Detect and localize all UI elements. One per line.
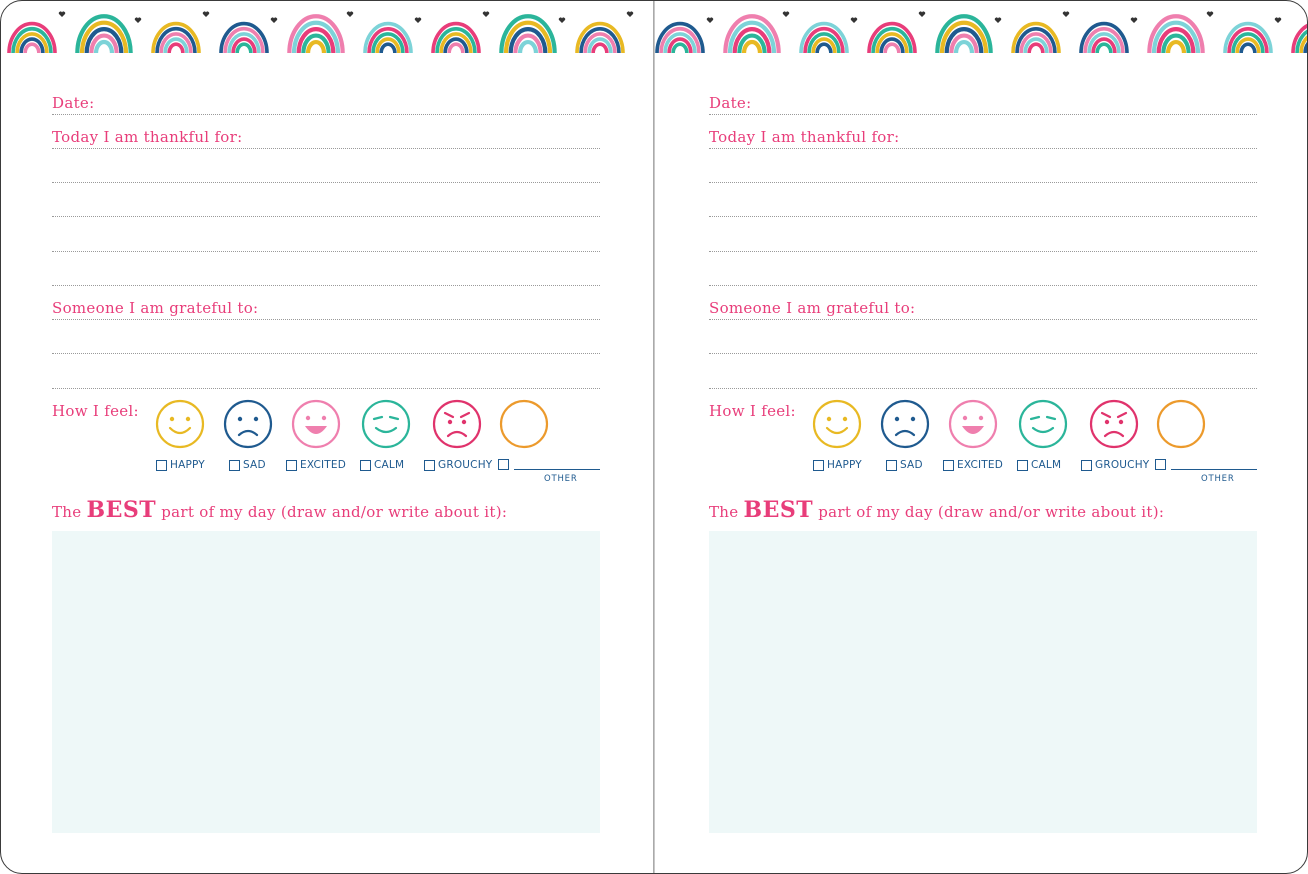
rainbow-icon xyxy=(1291,23,1307,54)
mood-grouchy-checkbox[interactable]: GROUCHY xyxy=(424,459,492,471)
thankful-line[interactable] xyxy=(52,251,600,252)
best-suffix: part of my day (draw and/or write about … xyxy=(161,503,508,521)
other-mood-field[interactable] xyxy=(1171,469,1257,470)
drawing-area[interactable] xyxy=(52,531,600,833)
mood-calm-checkbox[interactable]: CALM xyxy=(360,459,404,471)
mood-happy-checkbox[interactable]: HAPPY xyxy=(813,459,862,471)
checkbox-box xyxy=(943,459,954,471)
mood-other-checkbox[interactable] xyxy=(498,459,512,470)
checkbox-box xyxy=(1017,459,1028,471)
left-page: Date: Today I am thankful for: Someone I… xyxy=(52,1,600,873)
mood-excited-checkbox[interactable]: EXCITED xyxy=(286,459,346,471)
mood-label: CALM xyxy=(374,459,405,471)
mood-label: EXCITED xyxy=(957,459,1004,471)
thankful-line[interactable] xyxy=(709,216,1257,217)
thankful-line[interactable] xyxy=(52,182,600,183)
mood-label: EXCITED xyxy=(300,459,347,471)
mood-label: HAPPY xyxy=(170,459,205,471)
thankful-line[interactable] xyxy=(709,285,1257,286)
thankful-line[interactable] xyxy=(709,148,1257,149)
checkbox-box xyxy=(229,459,240,471)
thankful-line[interactable] xyxy=(52,148,600,149)
mood-sad-checkbox[interactable]: SAD xyxy=(886,459,923,471)
date-field[interactable] xyxy=(52,114,600,115)
grateful-label: Someone I am grateful to: xyxy=(709,299,916,317)
mood-grouchy-checkbox[interactable]: GROUCHY xyxy=(1081,459,1149,471)
date-label: Date: xyxy=(52,94,95,112)
checkbox-box xyxy=(286,459,297,471)
mood-label: GROUCHY xyxy=(1095,459,1150,471)
checkbox-box xyxy=(1155,459,1166,470)
thankful-line[interactable] xyxy=(709,182,1257,183)
right-page: Date: Today I am thankful for: Someone I… xyxy=(709,1,1257,873)
feel-label: How I feel: xyxy=(52,402,139,420)
heart-icon xyxy=(626,11,634,17)
mood-label: GROUCHY xyxy=(438,459,493,471)
best-emphasis: BEST xyxy=(743,497,814,523)
excited-face-icon xyxy=(291,399,341,449)
grouchy-face-icon xyxy=(1089,399,1139,449)
checkbox-box xyxy=(156,459,167,471)
best-part-heading: The BEST part of my day (draw and/or wri… xyxy=(52,499,508,521)
mood-other-checkbox[interactable] xyxy=(1155,459,1169,470)
grateful-line[interactable] xyxy=(709,319,1257,320)
excited-face-icon xyxy=(948,399,998,449)
checkbox-box xyxy=(886,459,897,471)
date-field[interactable] xyxy=(709,114,1257,115)
happy-face-icon xyxy=(155,399,205,449)
mood-label: CALM xyxy=(1031,459,1062,471)
grateful-label: Someone I am grateful to: xyxy=(52,299,259,317)
checkbox-box xyxy=(498,459,509,470)
calm-face-icon xyxy=(361,399,411,449)
happy-face-icon xyxy=(812,399,862,449)
other-mood-field[interactable] xyxy=(514,469,600,470)
book-spine xyxy=(653,1,655,873)
grateful-line[interactable] xyxy=(709,388,1257,389)
thankful-line[interactable] xyxy=(52,216,600,217)
mood-excited-checkbox[interactable]: EXCITED xyxy=(943,459,1003,471)
best-suffix: part of my day (draw and/or write about … xyxy=(818,503,1165,521)
mood-label: HAPPY xyxy=(827,459,862,471)
best-part-heading: The BEST part of my day (draw and/or wri… xyxy=(709,499,1165,521)
best-prefix: The xyxy=(52,503,82,521)
grateful-line[interactable] xyxy=(709,353,1257,354)
journal-spread: Date: Today I am thankful for: Someone I… xyxy=(0,0,1308,874)
mood-happy-checkbox[interactable]: HAPPY xyxy=(156,459,205,471)
grateful-line[interactable] xyxy=(52,353,600,354)
checkbox-box xyxy=(424,459,435,471)
feel-label: How I feel: xyxy=(709,402,796,420)
checkbox-box xyxy=(813,459,824,471)
sad-face-icon xyxy=(880,399,930,449)
other-label: OTHER xyxy=(544,474,578,484)
mood-sad-checkbox[interactable]: SAD xyxy=(229,459,266,471)
thankful-label: Today I am thankful for: xyxy=(709,128,900,146)
blank-face-icon xyxy=(1156,399,1206,449)
rainbow-icon xyxy=(655,21,705,54)
heart-icon xyxy=(1274,17,1282,23)
mood-label: SAD xyxy=(900,459,923,471)
grateful-line[interactable] xyxy=(52,388,600,389)
best-emphasis: BEST xyxy=(86,497,157,523)
thankful-line[interactable] xyxy=(52,285,600,286)
date-label: Date: xyxy=(709,94,752,112)
checkbox-box xyxy=(360,459,371,471)
checkbox-box xyxy=(1081,459,1092,471)
thankful-label: Today I am thankful for: xyxy=(52,128,243,146)
best-prefix: The xyxy=(709,503,739,521)
grouchy-face-icon xyxy=(432,399,482,449)
sad-face-icon xyxy=(223,399,273,449)
calm-face-icon xyxy=(1018,399,1068,449)
grateful-line[interactable] xyxy=(52,319,600,320)
mood-label: SAD xyxy=(243,459,266,471)
rainbow-icon xyxy=(7,21,57,54)
drawing-area[interactable] xyxy=(709,531,1257,833)
other-label: OTHER xyxy=(1201,474,1235,484)
blank-face-icon xyxy=(499,399,549,449)
mood-calm-checkbox[interactable]: CALM xyxy=(1017,459,1061,471)
thankful-line[interactable] xyxy=(709,251,1257,252)
